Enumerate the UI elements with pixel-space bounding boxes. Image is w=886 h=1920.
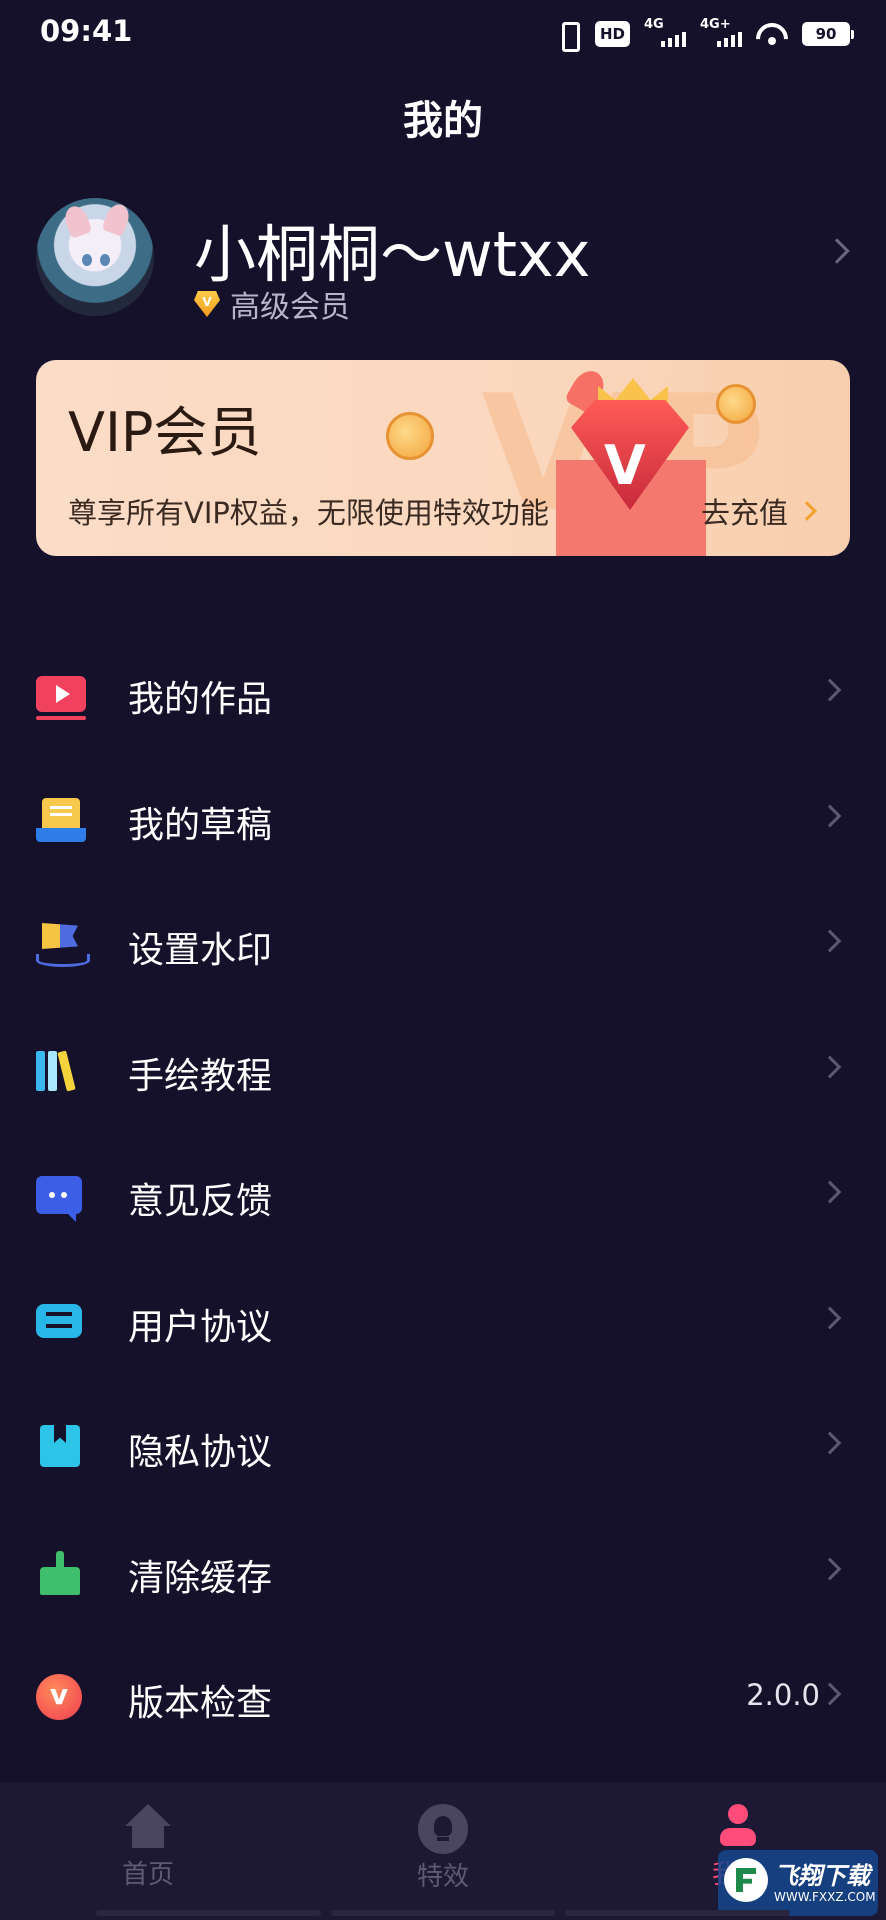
coin-icon xyxy=(386,412,434,460)
vip-description: 尊享所有VIP权益，无限使用特效功能 xyxy=(68,496,549,530)
menu-item-watermark[interactable]: 设置水印 xyxy=(0,881,886,1007)
chat-bubble-icon xyxy=(36,1176,82,1222)
chevron-right-icon xyxy=(818,1306,842,1329)
avatar[interactable] xyxy=(36,198,154,316)
sim1-network-label: 4G xyxy=(644,17,664,32)
chevron-right-icon xyxy=(818,678,842,702)
vip-diamond-icon: V xyxy=(194,291,220,317)
status-icons: HD 4G 4G+ 90 xyxy=(555,17,854,52)
menu-item-label: 我的作品 xyxy=(128,679,273,720)
watermark-title: 飞翔下载 xyxy=(774,1862,870,1890)
menu-item-label: 意见反馈 xyxy=(128,1181,273,1222)
menu-item-feedback[interactable]: 意见反馈 xyxy=(0,1132,886,1258)
page-title: 我的 xyxy=(403,98,483,144)
hd-voice-icon: HD xyxy=(594,21,630,47)
chevron-right-icon xyxy=(818,804,842,827)
menu-item-privacy[interactable]: 隐私协议 xyxy=(0,1383,886,1509)
cell-signal-icon: 4G xyxy=(644,17,686,49)
settings-menu: 我的作品 我的草稿 设置水印 手绘教程 意见反馈 用户协议 隐私协议 清除缓存 … xyxy=(0,630,886,1760)
recharge-button[interactable]: 去充值 xyxy=(700,490,817,532)
vip-card[interactable]: VIP V VIP会员 尊享所有VIP权益，无限使用特效功能 去充值 xyxy=(36,360,850,556)
member-badge-row: V 高级会员 xyxy=(194,282,350,326)
username: 小桐桐～wtxx xyxy=(194,218,591,291)
home-icon xyxy=(125,1804,171,1848)
vip-title: VIP会员 xyxy=(68,401,262,464)
menu-item-clear-cache[interactable]: 清除缓存 xyxy=(0,1509,886,1635)
menu-item-label: 我的草稿 xyxy=(128,804,273,846)
menu-item-my-drafts[interactable]: 我的草稿 xyxy=(0,756,886,882)
vibrate-icon xyxy=(555,20,581,52)
status-time: 09:41 xyxy=(40,14,133,48)
sim2-network-label: 4G+ xyxy=(700,17,731,32)
coin-icon xyxy=(716,384,756,424)
watermark-logo-icon xyxy=(724,1858,768,1902)
person-icon xyxy=(716,1804,760,1848)
menu-item-version-check[interactable]: 版本检查 2.0.0 xyxy=(0,1634,886,1760)
chevron-right-icon xyxy=(824,238,850,264)
screen: 09:41 HD 4G 4G+ 90 我的 小桐桐～wtxx V 高级会员 V … xyxy=(0,0,886,1920)
draft-icon xyxy=(36,797,86,842)
tab-effects[interactable]: 特效 xyxy=(383,1804,503,1893)
profile-row[interactable]: 小桐桐～wtxx V 高级会员 xyxy=(36,198,850,325)
chevron-right-icon xyxy=(818,1055,842,1078)
agreement-icon xyxy=(36,1303,82,1338)
member-level: 高级会员 xyxy=(230,290,350,325)
bookmark-icon xyxy=(40,1425,80,1467)
battery-icon: 90 xyxy=(802,22,854,46)
recharge-label: 去充值 xyxy=(700,496,788,530)
tab-home[interactable]: 首页 xyxy=(88,1804,208,1891)
menu-item-my-works[interactable]: 我的作品 xyxy=(0,630,886,756)
site-watermark: 飞翔下载 WWW.FXXZ.COM xyxy=(718,1850,878,1916)
chevron-right-icon xyxy=(818,1557,842,1580)
menu-item-label: 用户协议 xyxy=(128,1306,273,1348)
watermark-flag-icon xyxy=(36,923,90,967)
wifi-icon xyxy=(756,21,788,47)
video-icon xyxy=(36,676,86,720)
version-number: 2.0.0 xyxy=(746,1678,820,1712)
chevron-right-icon xyxy=(818,1682,842,1706)
chevron-right-icon xyxy=(797,501,817,521)
cell-signal-icon: 4G+ xyxy=(700,17,742,49)
tab-label: 特效 xyxy=(416,1862,469,1892)
broom-icon xyxy=(36,1550,84,1595)
gesture-bar xyxy=(96,1910,791,1920)
chevron-right-icon xyxy=(818,1431,842,1455)
gem-letter: V xyxy=(604,434,646,497)
version-icon xyxy=(36,1674,82,1720)
menu-item-label: 设置水印 xyxy=(128,930,273,971)
menu-item-label: 清除缓存 xyxy=(128,1557,273,1599)
menu-item-label: 版本检查 xyxy=(128,1683,273,1724)
tab-label: 首页 xyxy=(121,1860,174,1890)
books-icon xyxy=(36,1049,86,1093)
bulb-icon xyxy=(418,1804,468,1854)
status-bar: 09:41 HD 4G 4G+ 90 xyxy=(0,0,886,68)
menu-item-label: 隐私协议 xyxy=(128,1432,273,1473)
watermark-url: WWW.FXXZ.COM xyxy=(774,1890,876,1904)
chevron-right-icon xyxy=(818,929,842,953)
menu-item-label: 手绘教程 xyxy=(128,1055,273,1097)
menu-item-user-agreement[interactable]: 用户协议 xyxy=(0,1258,886,1384)
menu-item-tutorial[interactable]: 手绘教程 xyxy=(0,1007,886,1133)
chevron-right-icon xyxy=(818,1180,842,1204)
